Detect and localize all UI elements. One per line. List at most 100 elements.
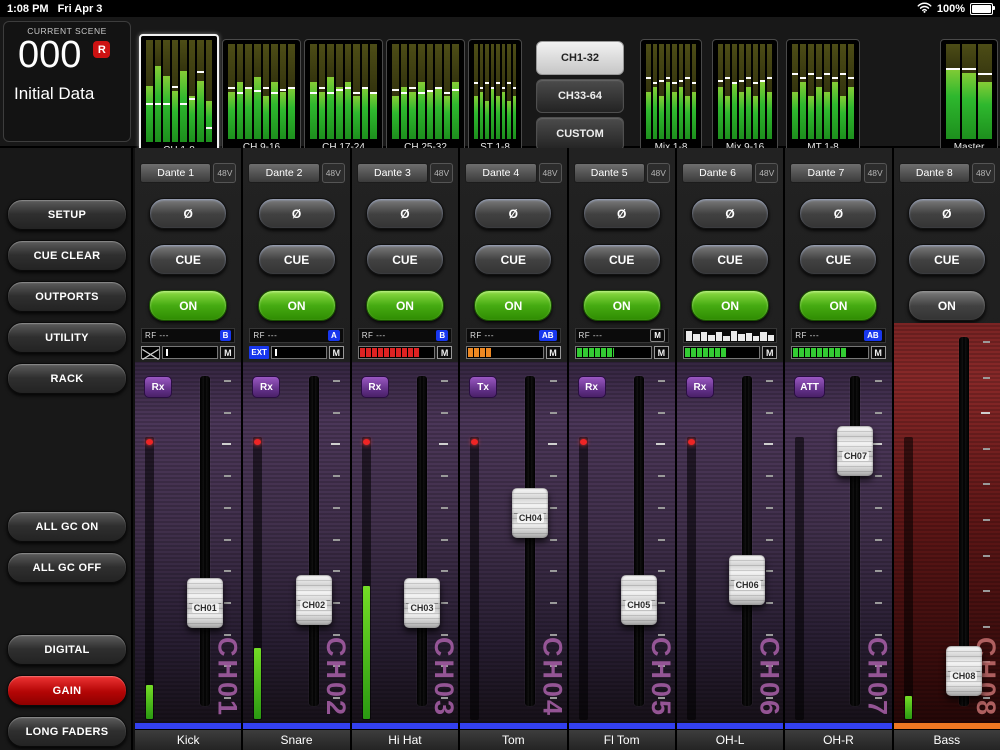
cue-button[interactable]: CUE: [691, 244, 769, 275]
cue-button[interactable]: CUE: [149, 244, 227, 275]
input-patch-button[interactable]: Dante 2: [248, 163, 319, 183]
on-button[interactable]: ON: [691, 290, 769, 321]
battery-row: M: [791, 345, 885, 360]
sidebar-button-long-faders[interactable]: LONG FADERS: [7, 716, 127, 747]
phase-button[interactable]: Ø: [366, 198, 444, 229]
bank-thumb-master[interactable]: Master: [940, 39, 998, 157]
on-button[interactable]: ON: [258, 290, 336, 321]
fader-area: RxCH02CH02: [243, 362, 349, 723]
fader-cap[interactable]: CH07: [837, 426, 873, 476]
sidebar-button-digital[interactable]: DIGITAL: [7, 634, 127, 665]
cue-button[interactable]: CUE: [908, 244, 986, 275]
bank-button-custom[interactable]: CUSTOM: [536, 117, 624, 151]
scene-panel[interactable]: CURRENT SCENE 000 R Initial Data: [3, 21, 131, 142]
cue-button[interactable]: CUE: [258, 244, 336, 275]
on-button[interactable]: ON: [583, 290, 661, 321]
peak-indicator: [363, 439, 370, 445]
meter-lit-zone: [189, 96, 196, 142]
scale-tick: [766, 412, 773, 414]
meter-lit-zone: [666, 82, 671, 139]
meter-bars: [305, 40, 382, 141]
input-patch-button[interactable]: Dante 6: [682, 163, 753, 183]
channel-name[interactable]: Fl Tom: [569, 729, 675, 750]
meter-bar: [685, 44, 690, 139]
level-meter: [904, 437, 913, 720]
on-button[interactable]: ON: [366, 290, 444, 321]
cue-button[interactable]: CUE: [583, 244, 661, 275]
fader-cap[interactable]: CH03: [404, 578, 440, 628]
on-button[interactable]: ON: [799, 290, 877, 321]
phase-button[interactable]: Ø: [474, 198, 552, 229]
on-button[interactable]: ON: [474, 290, 552, 321]
fader-cap[interactable]: CH06: [729, 555, 765, 605]
input-patch-button[interactable]: Dante 1: [140, 163, 211, 183]
channel-name[interactable]: Tom: [460, 729, 566, 750]
sidebar-button-rack[interactable]: RACK: [7, 363, 127, 394]
cue-button[interactable]: CUE: [366, 244, 444, 275]
bank-thumb-mt-1-8[interactable]: MT 1-8: [786, 39, 860, 157]
sidebar-button-all-gc-on[interactable]: ALL GC ON: [7, 511, 127, 542]
fader-position-tick: [946, 68, 960, 70]
phase-button[interactable]: Ø: [908, 198, 986, 229]
channel-name[interactable]: Hi Hat: [352, 729, 458, 750]
fader-cap[interactable]: CH04: [512, 488, 548, 538]
channel-name[interactable]: Bass: [894, 729, 1000, 750]
phase-button[interactable]: Ø: [583, 198, 661, 229]
bank-thumb-ch-25-32[interactable]: CH 25-32: [386, 39, 465, 157]
channel-strip-ch07: Dante 748VØCUEONRF ---ABMATTCH07CH07OH-R: [785, 148, 891, 750]
scale-tick: [224, 412, 231, 414]
meter-unlit-zone: [288, 44, 295, 87]
on-button[interactable]: ON: [149, 290, 227, 321]
bank-thumb-st-1-8[interactable]: ST 1-8: [468, 39, 522, 157]
fader-cap[interactable]: CH02: [296, 575, 332, 625]
meter-lit-zone: [659, 96, 664, 139]
phase-button[interactable]: Ø: [258, 198, 336, 229]
meter-bars: [787, 40, 859, 141]
on-button[interactable]: ON: [908, 290, 986, 321]
sidebar-button-gain[interactable]: GAIN: [7, 675, 127, 706]
phase-button[interactable]: Ø: [799, 198, 877, 229]
bank-thumb-mix-9-16[interactable]: Mix 9-16: [712, 39, 778, 157]
bank-button-ch1-32[interactable]: CH1-32: [536, 41, 624, 75]
meter-lit-zone: [427, 92, 434, 140]
meter-unlit-zone: [444, 44, 451, 96]
battery-meter: [683, 346, 760, 359]
fader-cap[interactable]: CH01: [187, 578, 223, 628]
meter-lit-zone: [197, 81, 204, 142]
fader-cap[interactable]: CH05: [621, 575, 657, 625]
bank-thumb-ch-9-16[interactable]: CH 9-16: [222, 39, 301, 157]
meter-bar: [310, 44, 317, 139]
sidebar-button-all-gc-off[interactable]: ALL GC OFF: [7, 552, 127, 583]
bank-thumb-ch-1-8[interactable]: CH 1-8: [139, 34, 219, 161]
input-patch-button[interactable]: Dante 4: [465, 163, 536, 183]
phase-button[interactable]: Ø: [149, 198, 227, 229]
bank-thumb-mix-1-8[interactable]: Mix 1-8: [640, 39, 702, 157]
channel-name[interactable]: Snare: [243, 729, 349, 750]
meter-bar: [336, 44, 343, 139]
input-patch-button[interactable]: Dante 5: [574, 163, 645, 183]
status-right: 100%: [917, 2, 993, 16]
meter-unlit-zone: [163, 40, 170, 76]
channel-name[interactable]: Kick: [135, 729, 241, 750]
channel-name[interactable]: OH-R: [785, 729, 891, 750]
bank-button-ch33-64[interactable]: CH33-64: [536, 79, 624, 113]
channel-number-label: CH02: [322, 637, 349, 718]
input-patch-button[interactable]: Dante 8: [899, 163, 970, 183]
sidebar-button-outports[interactable]: OUTPORTS: [7, 281, 127, 312]
phase-button[interactable]: Ø: [691, 198, 769, 229]
input-patch-button[interactable]: Dante 7: [790, 163, 861, 183]
fader-cap[interactable]: CH08: [946, 646, 982, 696]
sidebar-button-cue-clear[interactable]: CUE CLEAR: [7, 240, 127, 271]
sidebar-button-utility[interactable]: UTILITY: [7, 322, 127, 353]
channel-name[interactable]: OH-L: [677, 729, 783, 750]
input-patch-button[interactable]: Dante 3: [357, 163, 428, 183]
sidebar-button-setup[interactable]: SETUP: [7, 199, 127, 230]
cue-button[interactable]: CUE: [799, 244, 877, 275]
scale-tick: [550, 602, 557, 604]
antenna-badge: B: [220, 330, 232, 341]
bank-thumb-ch-17-24[interactable]: CH 17-24: [304, 39, 383, 157]
scale-tick: [441, 634, 448, 636]
cue-button[interactable]: CUE: [474, 244, 552, 275]
fader-position-tick: [280, 89, 287, 91]
fader-position-tick: [288, 87, 295, 89]
